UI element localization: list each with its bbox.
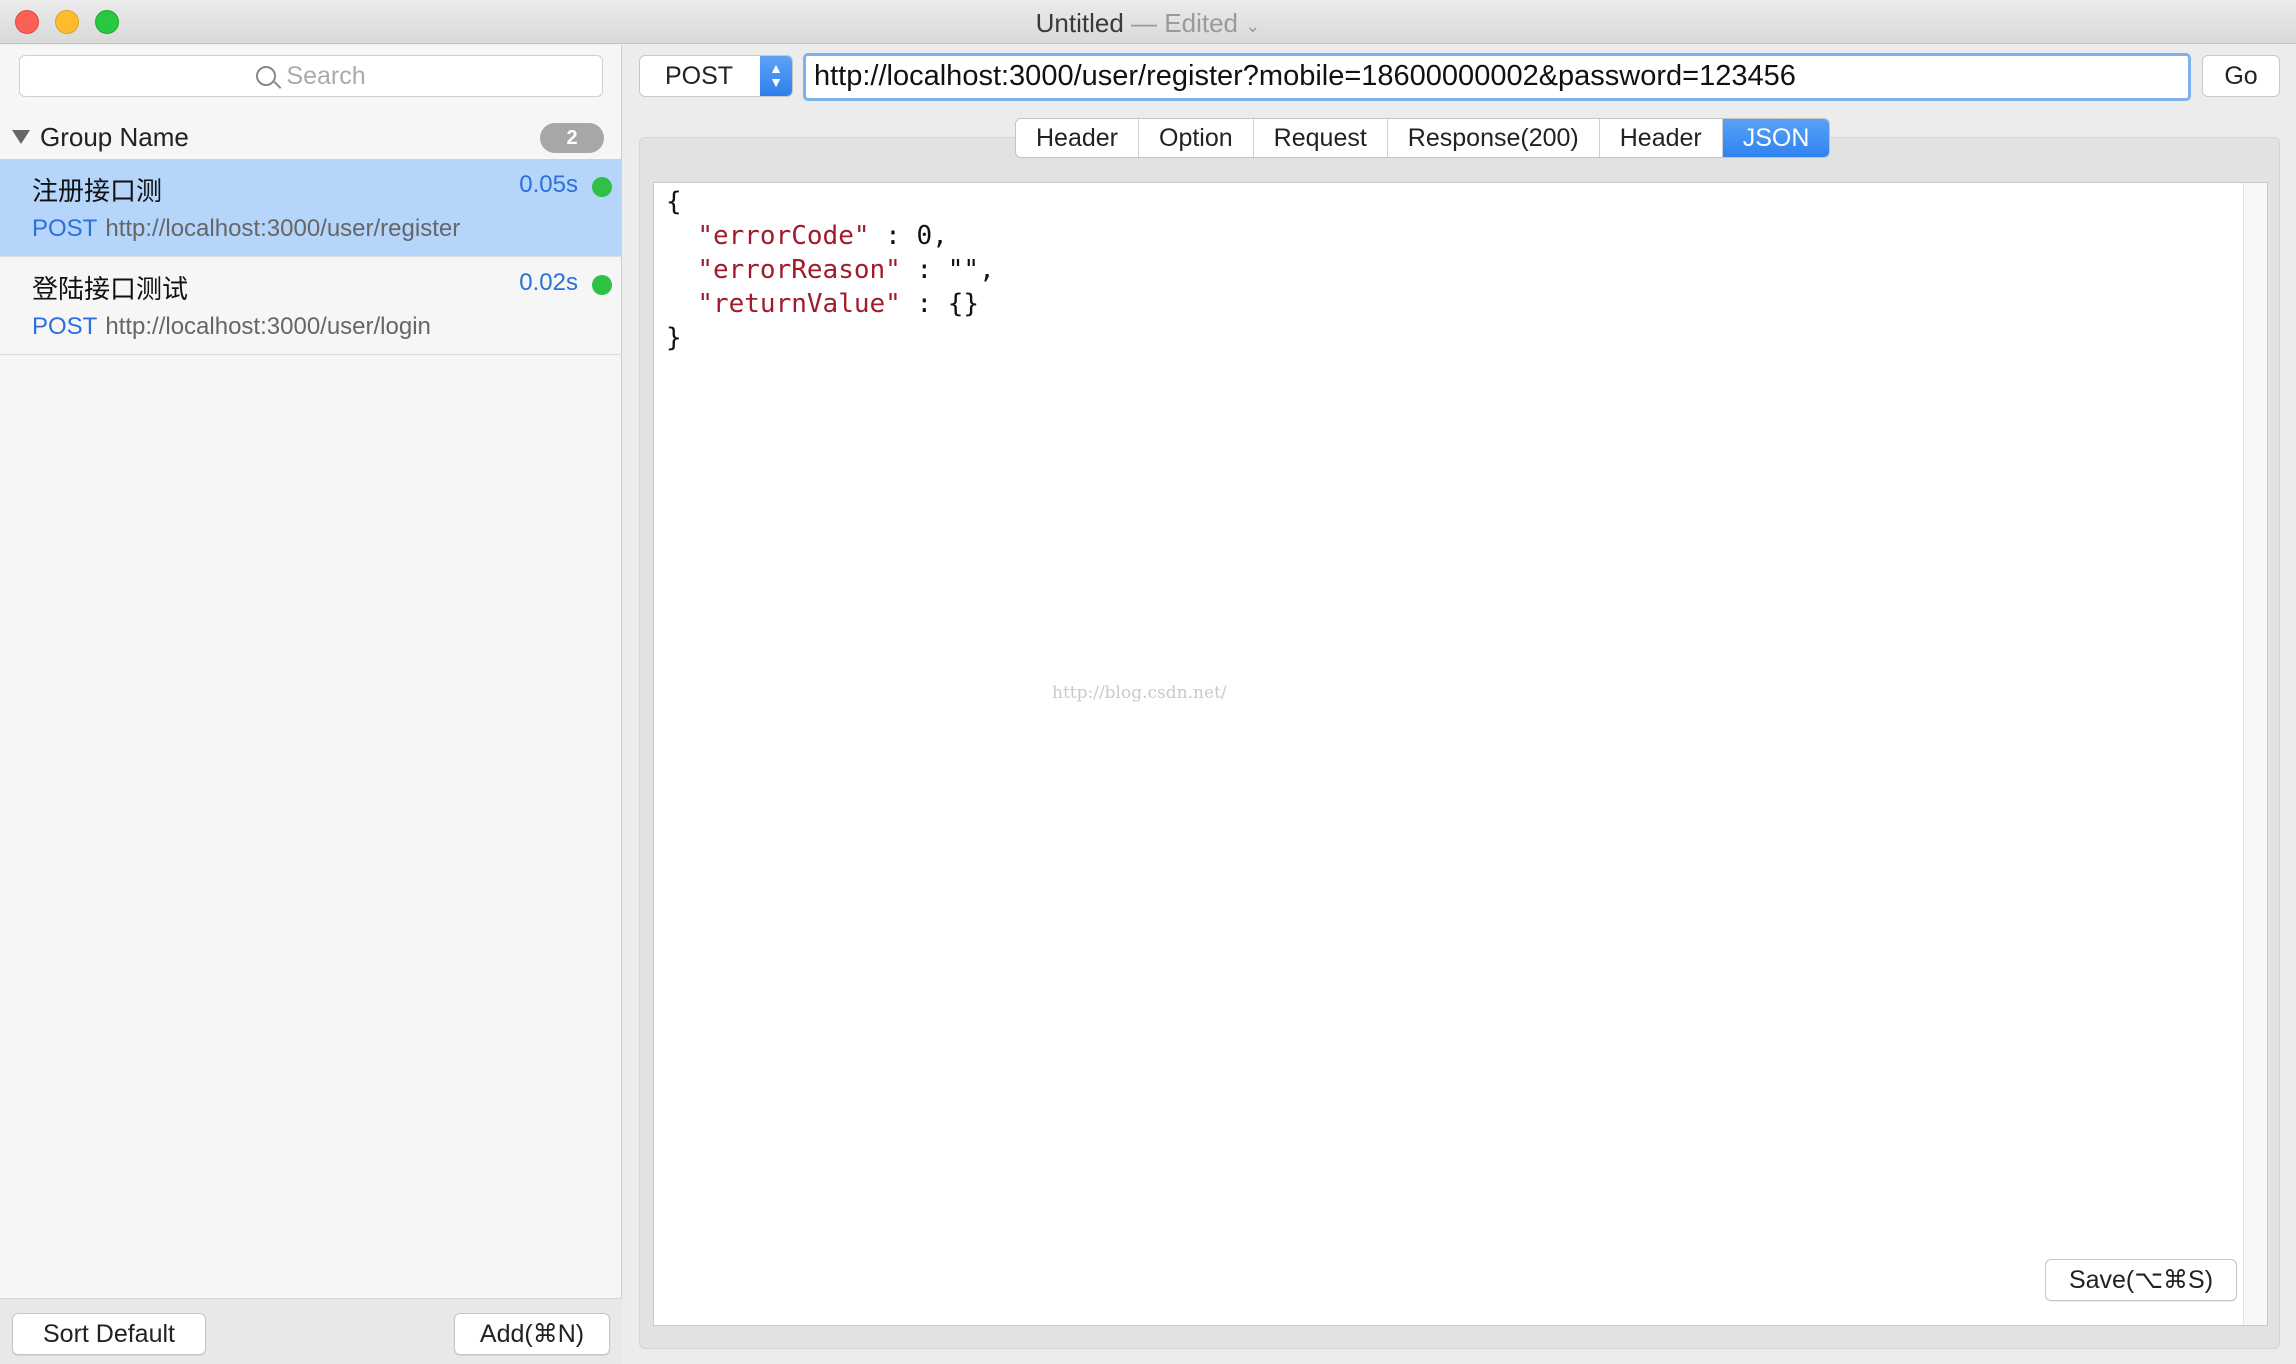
request-name: 登陆接口测试: [32, 274, 189, 304]
json-value: : "",: [900, 255, 995, 285]
json-value: : 0,: [869, 221, 948, 251]
sidebar: Search Group Name 2 注册接口测 0.05s POST http…: [0, 45, 622, 1364]
tab-json[interactable]: JSON: [1722, 119, 1830, 157]
request-method: POST: [32, 313, 98, 340]
group-count-badge: 2: [540, 123, 604, 153]
save-button[interactable]: Save(⌥⌘S): [2045, 1259, 2237, 1301]
main-panel: POST ▲ ▼ http://localhost:3000/user/regis…: [623, 45, 2296, 1364]
method-select[interactable]: POST ▲ ▼: [639, 55, 793, 97]
status-ok-icon: [592, 177, 612, 197]
json-key: "errorReason": [697, 255, 901, 285]
request-list-item[interactable]: 注册接口测 0.05s POST http://localhost:3000/us…: [0, 159, 622, 257]
tab-request-header[interactable]: Header: [1016, 119, 1139, 157]
json-editor[interactable]: { "errorCode" : 0, "errorReason" : "", "…: [653, 182, 2268, 1326]
add-request-button[interactable]: Add(⌘N): [454, 1313, 610, 1355]
edited-status: — Edited: [1131, 8, 1238, 38]
request-url-text: http://localhost:3000/user/register: [105, 215, 461, 242]
app-window: Untitled — Edited ⌄ Search Group Name 2 …: [0, 0, 2296, 1364]
vertical-scrollbar[interactable]: [2243, 183, 2267, 1325]
search-placeholder: Search: [286, 61, 366, 90]
request-url-text: http://localhost:3000/user/login: [105, 313, 431, 340]
request-url: POST http://localhost:3000/user/register: [32, 215, 460, 243]
request-method: POST: [32, 215, 98, 242]
title-bar: Untitled — Edited ⌄: [0, 0, 2296, 44]
status-ok-icon: [592, 275, 612, 295]
json-key: "errorCode": [697, 221, 870, 251]
request-duration: 0.05s: [519, 171, 578, 198]
tab-response[interactable]: Response(200): [1388, 119, 1600, 157]
watermark: http://blog.csdn.net/: [1052, 683, 1227, 703]
chevron-down-icon: ⌄: [1245, 16, 1261, 36]
json-key: "returnValue": [697, 289, 901, 319]
tab-option[interactable]: Option: [1139, 119, 1254, 157]
window-title[interactable]: Untitled — Edited ⌄: [0, 8, 2296, 39]
sort-default-button[interactable]: Sort Default: [12, 1313, 206, 1355]
disclosure-triangle-icon[interactable]: [12, 130, 30, 144]
method-value: POST: [664, 62, 734, 90]
json-code: { "errorCode" : 0, "errorReason" : "", "…: [666, 185, 995, 355]
json-value: : {}: [900, 289, 980, 319]
tab-response-header[interactable]: Header: [1600, 119, 1723, 157]
go-button[interactable]: Go: [2202, 55, 2280, 97]
request-url: POST http://localhost:3000/user/login: [32, 313, 431, 341]
request-duration: 0.02s: [519, 269, 578, 296]
json-brace-close: }: [666, 323, 682, 353]
search-input[interactable]: Search: [19, 55, 603, 97]
tab-request[interactable]: Request: [1254, 119, 1388, 157]
group-name: Group Name: [40, 121, 189, 152]
url-input[interactable]: http://localhost:3000/user/register?mobi…: [803, 53, 2191, 101]
group-header[interactable]: Group Name 2: [0, 115, 622, 159]
search-icon: [256, 66, 277, 86]
up-down-chevron-icon[interactable]: ▲ ▼: [760, 56, 792, 96]
json-brace-open: {: [666, 187, 682, 217]
document-name: Untitled: [1035, 8, 1124, 38]
sidebar-footer: Sort Default Add(⌘N): [0, 1298, 622, 1364]
tab-bar: Header Option Request Response(200) Head…: [1015, 118, 1831, 158]
request-list-item[interactable]: 登陆接口测试 0.02s POST http://localhost:3000/u…: [0, 257, 622, 355]
request-name: 注册接口测: [32, 176, 163, 206]
